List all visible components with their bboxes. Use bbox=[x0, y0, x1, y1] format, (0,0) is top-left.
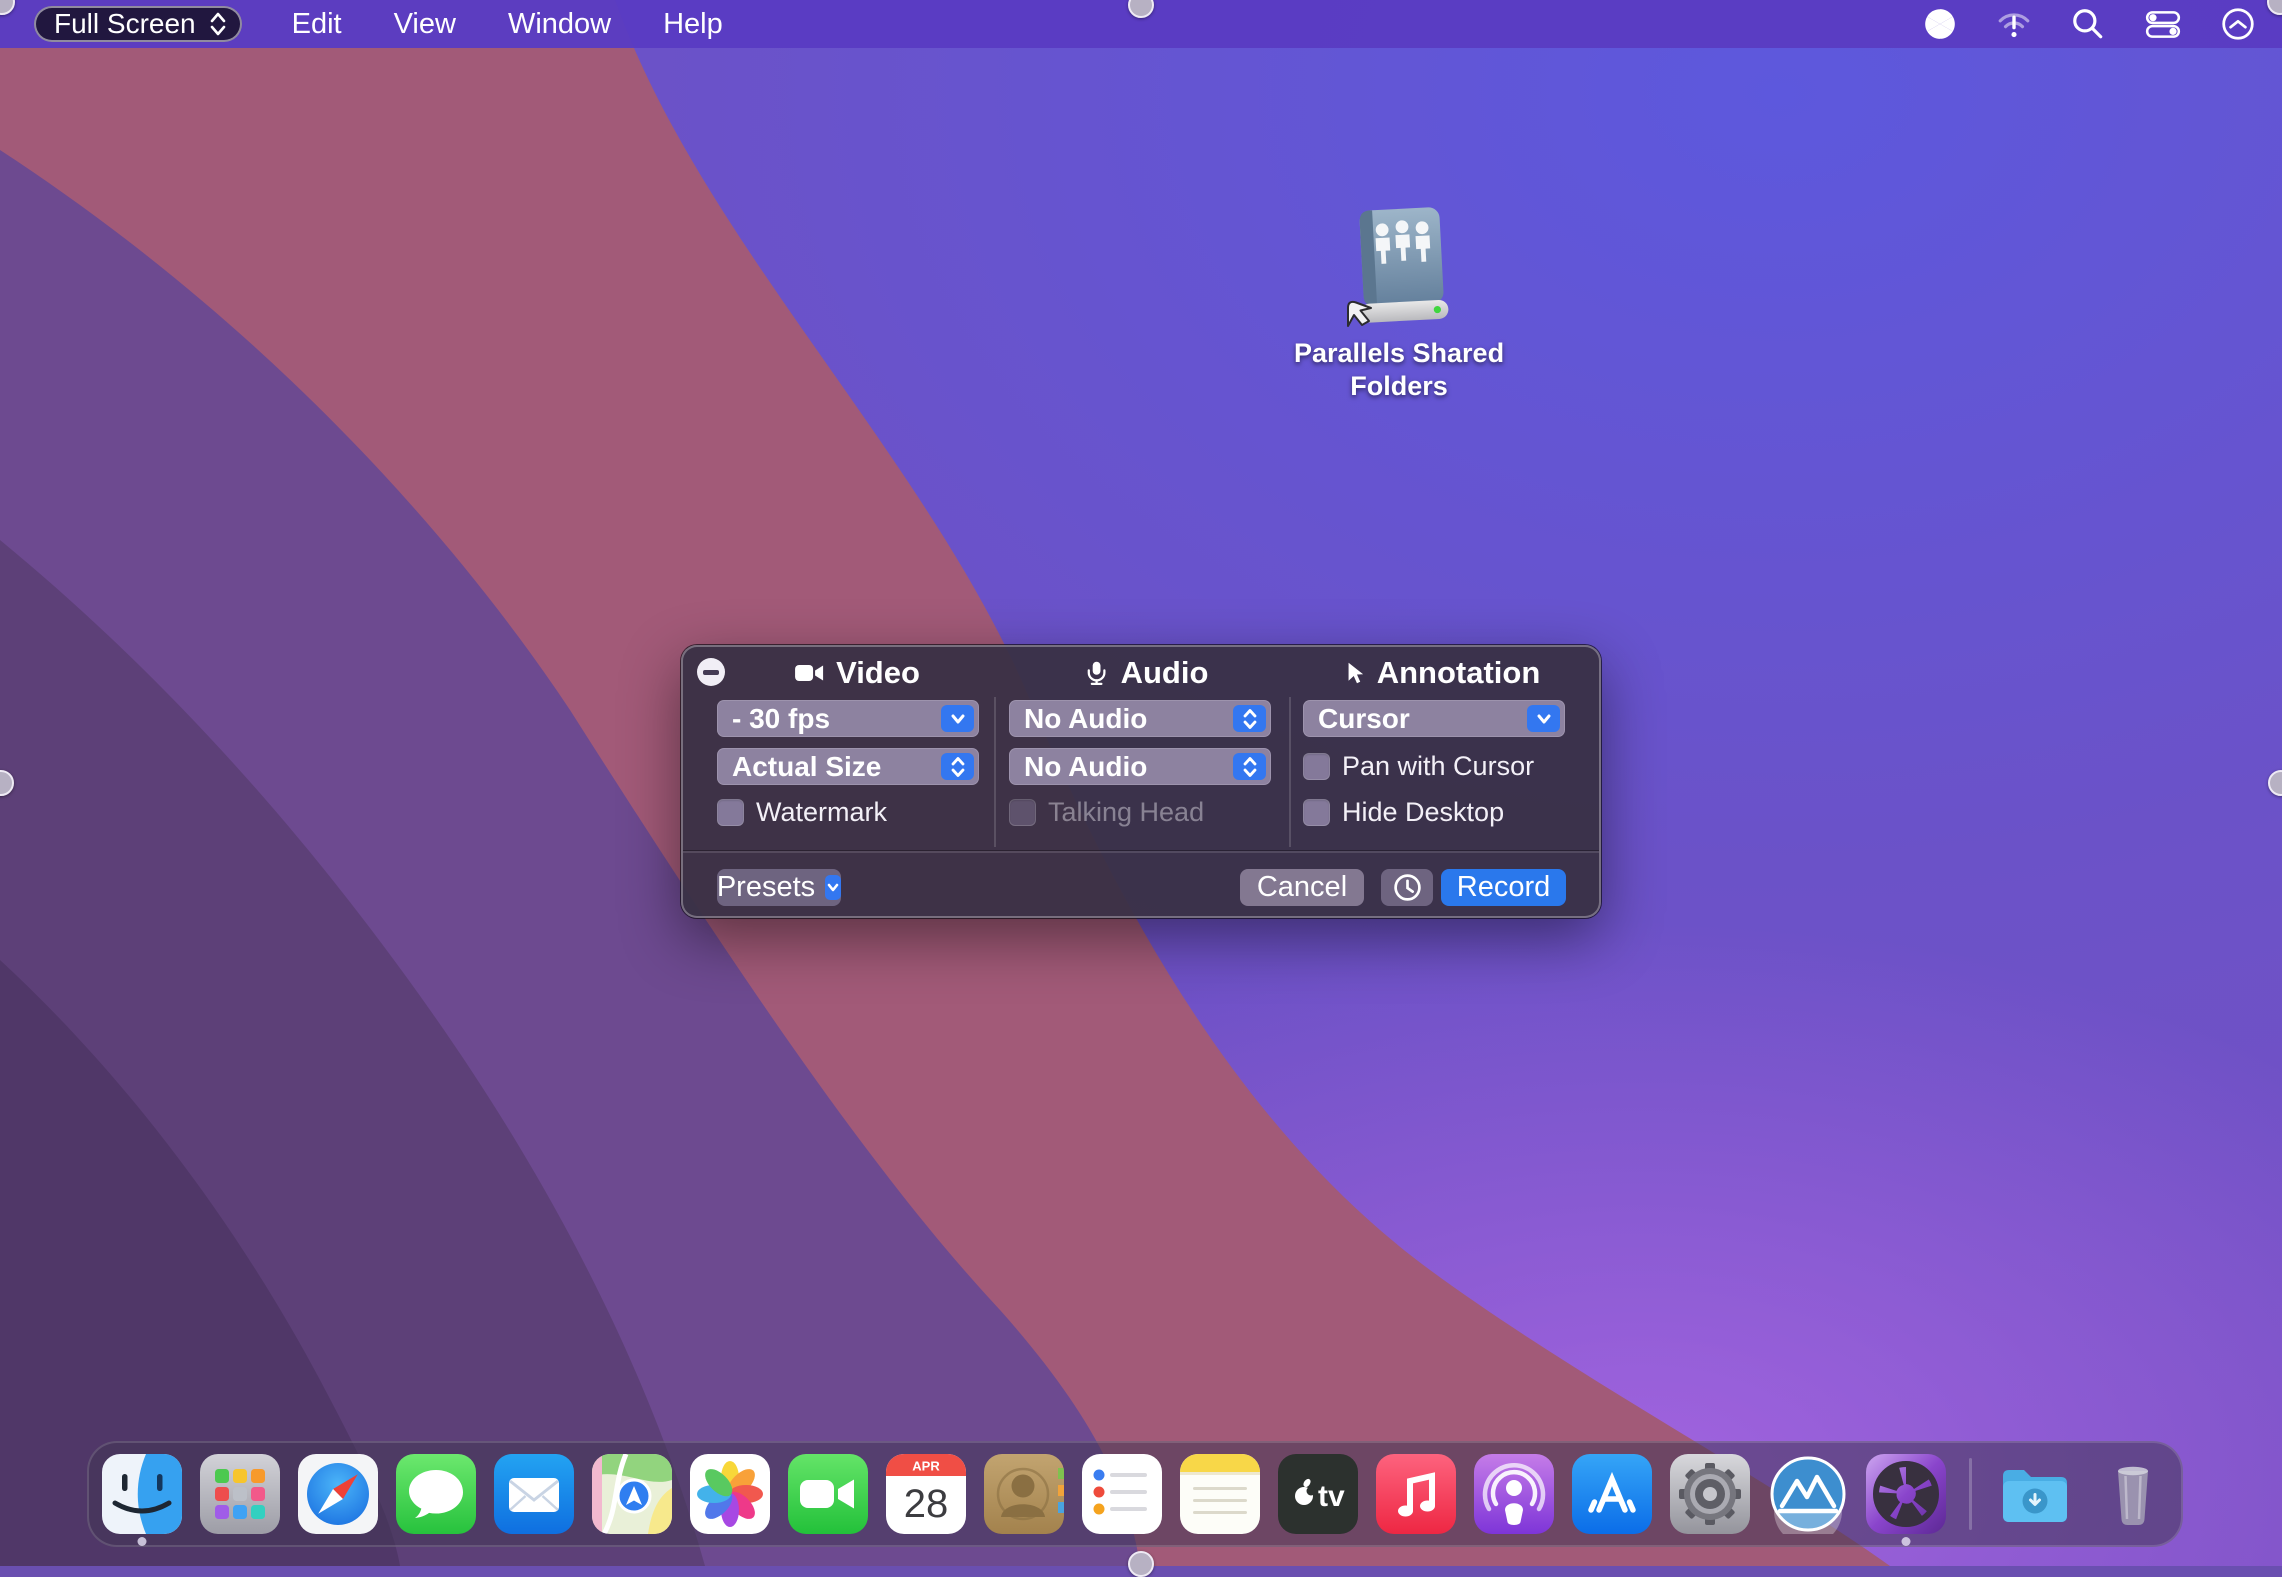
capture-scope-selector[interactable]: Full Screen bbox=[34, 6, 242, 42]
user-session-icon[interactable] bbox=[2220, 6, 2256, 42]
dock-divider bbox=[1969, 1458, 1972, 1530]
cursor-arrow-icon bbox=[1342, 659, 1366, 687]
desktop-icon-label: Parallels Shared Folders bbox=[1294, 337, 1504, 403]
dock-maps-icon[interactable] bbox=[592, 1454, 672, 1534]
chevron-down-icon bbox=[941, 705, 974, 732]
dock-safari-icon[interactable] bbox=[298, 1454, 378, 1534]
dock-facetime-icon[interactable] bbox=[788, 1454, 868, 1534]
video-section-header: Video bbox=[794, 655, 920, 691]
pan-with-cursor-checkbox[interactable] bbox=[1303, 753, 1330, 780]
menu-window[interactable]: Window bbox=[508, 8, 611, 41]
dock-apple-tv-icon[interactable]: tv bbox=[1278, 1454, 1358, 1534]
dock-system-preferences-icon[interactable] bbox=[1670, 1454, 1750, 1534]
audio-source-2-select[interactable]: No Audio bbox=[1009, 748, 1271, 785]
dock-calendar-icon[interactable]: APR 28 bbox=[886, 1454, 966, 1534]
recording-config-dialog: Video Audio Annotation - 30 fps Actual S… bbox=[681, 645, 1601, 918]
calendar-day-label: 28 bbox=[904, 1482, 949, 1526]
dock-parallels-icon[interactable] bbox=[1768, 1454, 1848, 1534]
talking-head-checkbox bbox=[1009, 799, 1036, 826]
timer-button[interactable] bbox=[1381, 869, 1433, 906]
capture-scope-label: Full Screen bbox=[54, 8, 196, 40]
chevron-down-icon bbox=[1527, 705, 1560, 732]
search-icon[interactable] bbox=[2070, 6, 2106, 42]
dock-photos-icon[interactable] bbox=[690, 1454, 770, 1534]
wifi-alert-icon[interactable] bbox=[1996, 6, 2032, 42]
dock: APR 28 bbox=[87, 1441, 2183, 1547]
apple-tv-label: tv bbox=[1318, 1480, 1345, 1513]
clock-icon bbox=[1392, 872, 1423, 903]
updown-chevron-icon bbox=[208, 10, 228, 38]
selection-handle-bottom-center[interactable] bbox=[1128, 1551, 1154, 1577]
chevron-updown-icon bbox=[941, 753, 974, 780]
microphone-icon bbox=[1084, 658, 1110, 688]
pointer-style-select[interactable]: Cursor bbox=[1303, 700, 1565, 737]
dock-screenflow-icon[interactable] bbox=[1866, 1454, 1946, 1534]
video-camera-icon bbox=[794, 660, 825, 686]
dock-trash-icon[interactable] bbox=[2093, 1454, 2173, 1534]
pan-with-cursor-row: Pan with Cursor bbox=[1303, 751, 1534, 782]
hide-desktop-checkbox[interactable] bbox=[1303, 799, 1330, 826]
dock-downloads-folder-icon[interactable] bbox=[1995, 1454, 2075, 1534]
framerate-select[interactable]: - 30 fps bbox=[717, 700, 979, 737]
dock-app-store-icon[interactable] bbox=[1572, 1454, 1652, 1534]
screenflow-shutter-icon[interactable] bbox=[1922, 6, 1958, 42]
hide-desktop-row: Hide Desktop bbox=[1303, 797, 1504, 828]
parallels-shared-folders-icon[interactable]: Parallels Shared Folders bbox=[1289, 205, 1509, 403]
menu-help[interactable]: Help bbox=[663, 8, 723, 41]
control-center-icon[interactable] bbox=[2144, 6, 2182, 42]
menu-edit[interactable]: Edit bbox=[292, 8, 342, 41]
menu-view[interactable]: View bbox=[394, 8, 456, 41]
chevron-updown-icon bbox=[1233, 753, 1266, 780]
collapse-button[interactable] bbox=[697, 658, 725, 686]
footer-divider bbox=[683, 851, 1599, 853]
dock-reminders-icon[interactable] bbox=[1082, 1454, 1162, 1534]
dock-messages-icon[interactable] bbox=[396, 1454, 476, 1534]
dock-music-icon[interactable] bbox=[1376, 1454, 1456, 1534]
annotation-section-header: Annotation bbox=[1342, 655, 1541, 691]
audio-section-header: Audio bbox=[1084, 655, 1209, 691]
talking-head-row: Talking Head bbox=[1009, 797, 1204, 828]
column-divider bbox=[994, 697, 996, 847]
capture-size-select[interactable]: Actual Size bbox=[717, 748, 979, 785]
presets-button[interactable]: Presets bbox=[717, 869, 841, 906]
cancel-button[interactable]: Cancel bbox=[1240, 869, 1364, 906]
chevron-down-icon bbox=[825, 875, 841, 900]
dock-launchpad-icon[interactable] bbox=[200, 1454, 280, 1534]
column-divider bbox=[1289, 697, 1291, 847]
dock-mail-icon[interactable] bbox=[494, 1454, 574, 1534]
calendar-month-label: APR bbox=[912, 1459, 940, 1474]
dock-contacts-icon[interactable] bbox=[984, 1454, 1064, 1534]
audio-source-1-select[interactable]: No Audio bbox=[1009, 700, 1271, 737]
dock-podcasts-icon[interactable] bbox=[1474, 1454, 1554, 1534]
watermark-checkbox[interactable] bbox=[717, 799, 744, 826]
watermark-row: Watermark bbox=[717, 797, 887, 828]
record-button[interactable]: Record bbox=[1441, 869, 1566, 906]
network-drive-icon bbox=[1338, 205, 1460, 329]
dock-finder-icon[interactable] bbox=[102, 1454, 182, 1534]
chevron-updown-icon bbox=[1233, 705, 1266, 732]
dock-notes-icon[interactable] bbox=[1180, 1454, 1260, 1534]
